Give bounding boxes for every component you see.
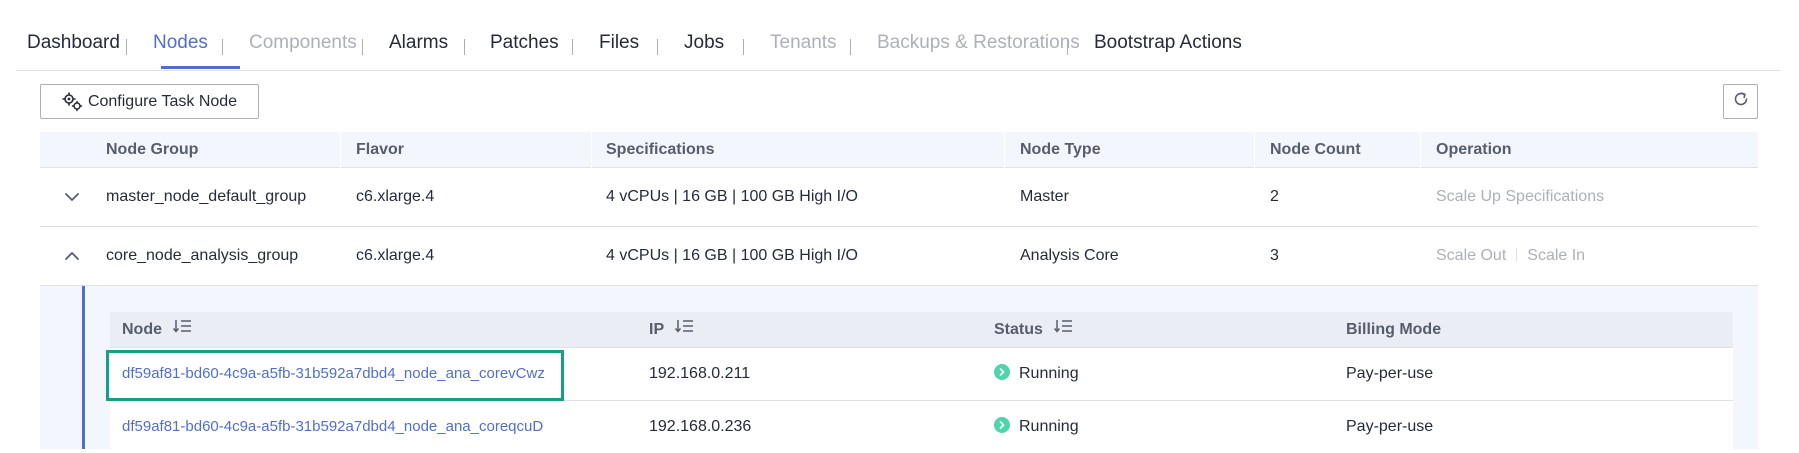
tab-divider <box>126 39 127 55</box>
chevron-down-icon[interactable] <box>64 189 80 205</box>
header-flavor: Flavor <box>356 141 405 158</box>
header-node-count: Node Count <box>1270 141 1361 158</box>
header-node-type: Node Type <box>1020 141 1101 158</box>
column-divider <box>1004 132 1005 168</box>
scale-in-link[interactable]: Scale In <box>1527 247 1585 264</box>
ip-value: 192.168.0.211 <box>649 365 751 382</box>
status-cell: Running <box>994 348 1079 400</box>
tab-patches[interactable]: Patches <box>490 30 559 56</box>
tab-bootstrap-actions[interactable]: Bootstrap Actions <box>1094 30 1242 56</box>
sort-icon[interactable] <box>1053 312 1073 348</box>
node-count-value: 3 <box>1270 247 1279 264</box>
operation-cell: Scale Up Specifications <box>1436 168 1604 226</box>
gear-icon <box>62 91 84 112</box>
column-divider <box>1254 132 1255 168</box>
scale-up-specifications-link[interactable]: Scale Up Specifications <box>1436 188 1604 205</box>
running-status-icon <box>994 417 1010 433</box>
billing-mode-value: Pay-per-use <box>1346 418 1434 435</box>
tab-divider <box>657 39 658 55</box>
table-row: df59af81-bd60-4c9a-a5fb-31b592a7dbd4_nod… <box>110 401 1733 449</box>
header-node[interactable]: Node <box>122 312 192 348</box>
status-text: Running <box>1019 365 1079 382</box>
ip-value: 192.168.0.236 <box>649 418 752 435</box>
status-text: Running <box>1019 418 1079 435</box>
running-status-icon <box>994 364 1010 380</box>
tab-backups-restorations[interactable]: Backups & Restorations <box>877 30 1080 56</box>
sort-icon[interactable] <box>674 312 694 348</box>
scale-out-link[interactable]: Scale Out <box>1436 247 1506 264</box>
status-cell: Running <box>994 401 1079 453</box>
specifications-value: 4 vCPUs | 16 GB | 100 GB High I/O <box>606 247 858 264</box>
tab-files[interactable]: Files <box>599 30 639 56</box>
operation-divider <box>1516 248 1518 262</box>
chevron-up-icon[interactable] <box>64 248 80 264</box>
header-operation: Operation <box>1436 141 1512 158</box>
tab-components[interactable]: Components <box>249 30 357 56</box>
node-name-link[interactable]: df59af81-bd60-4c9a-a5fb-31b592a7dbd4_nod… <box>122 348 545 400</box>
flavor-value: c6.xlarge.4 <box>356 188 435 205</box>
refresh-icon <box>1732 90 1750 113</box>
column-divider <box>340 132 341 168</box>
header-node-group: Node Group <box>106 141 199 158</box>
expanded-row-indicator <box>82 286 85 449</box>
node-name-link[interactable]: df59af81-bd60-4c9a-a5fb-31b592a7dbd4_nod… <box>122 401 543 453</box>
node-count-value: 2 <box>1270 188 1279 205</box>
active-tab-indicator <box>161 66 240 69</box>
table-row: core_node_analysis_group c6.xlarge.4 4 v… <box>40 227 1758 286</box>
tab-tenants[interactable]: Tenants <box>770 30 837 56</box>
header-ip[interactable]: IP <box>649 312 694 348</box>
specifications-value: 4 vCPUs | 16 GB | 100 GB High I/O <box>606 188 858 205</box>
tab-divider <box>362 39 363 55</box>
node-group-name: core_node_analysis_group <box>106 247 299 264</box>
nodes-table-header: Node IP Status Billing Mode <box>110 312 1733 348</box>
flavor-value: c6.xlarge.4 <box>356 247 435 264</box>
tab-divider <box>222 39 223 55</box>
tab-nodes[interactable]: Nodes <box>153 30 208 56</box>
tab-divider <box>743 39 744 55</box>
column-divider <box>1420 132 1421 168</box>
table-row: df59af81-bd60-4c9a-a5fb-31b592a7dbd4_nod… <box>110 348 1733 401</box>
tab-divider <box>572 39 573 55</box>
column-divider <box>591 132 592 168</box>
configure-task-node-label: Configure Task Node <box>87 92 238 110</box>
sort-icon[interactable] <box>172 312 192 348</box>
tab-dashboard[interactable]: Dashboard <box>27 30 120 56</box>
tab-jobs[interactable]: Jobs <box>684 30 724 56</box>
tab-bar: Dashboard Nodes Components Alarms Patche… <box>16 0 1780 71</box>
header-status[interactable]: Status <box>994 312 1073 348</box>
table-row: master_node_default_group c6.xlarge.4 4 … <box>40 168 1758 227</box>
tab-divider <box>1067 39 1068 55</box>
node-type-value: Master <box>1020 188 1069 205</box>
billing-mode-value: Pay-per-use <box>1346 365 1434 382</box>
node-groups-table-header: Node Group Flavor Specifications Node Ty… <box>40 132 1758 168</box>
header-specifications: Specifications <box>606 141 715 158</box>
node-group-name: master_node_default_group <box>106 188 307 205</box>
configure-task-node-button[interactable]: Configure Task Node <box>40 84 259 119</box>
header-billing-mode: Billing Mode <box>1346 321 1442 338</box>
operation-cell: Scale Out Scale In <box>1436 227 1585 285</box>
node-type-value: Analysis Core <box>1020 247 1119 264</box>
tab-divider <box>464 39 465 55</box>
refresh-button[interactable] <box>1723 84 1758 119</box>
tab-divider <box>850 39 851 55</box>
tab-alarms[interactable]: Alarms <box>389 30 448 56</box>
